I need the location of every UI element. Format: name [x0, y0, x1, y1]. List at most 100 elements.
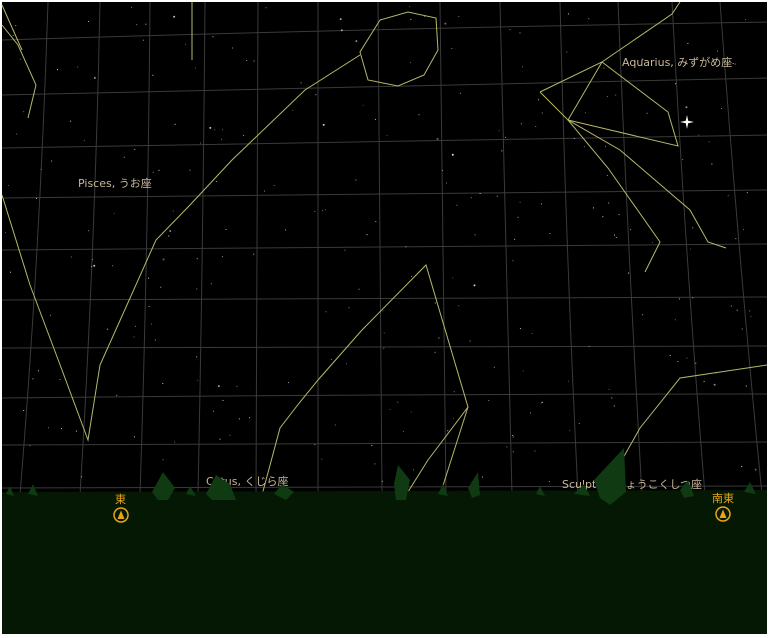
star: [716, 50, 719, 52]
star: [77, 66, 79, 68]
star: [736, 309, 738, 311]
star: [735, 238, 737, 240]
star: [19, 58, 21, 60]
star: [253, 60, 255, 62]
star: [482, 476, 484, 478]
star: [541, 401, 543, 403]
star: [470, 197, 472, 199]
star: [222, 399, 224, 401]
star: [158, 169, 160, 171]
star: [93, 76, 96, 79]
star: [16, 133, 18, 135]
star: [197, 379, 199, 381]
star: [679, 298, 681, 300]
star: [686, 357, 688, 359]
star: [682, 158, 684, 161]
star: [334, 424, 336, 426]
star: [628, 272, 630, 274]
star: [441, 170, 444, 172]
star: [512, 436, 514, 438]
star: [221, 129, 224, 131]
star: [246, 60, 248, 62]
star: [382, 310, 384, 312]
star: [721, 108, 723, 110]
star: [434, 351, 436, 353]
star: [630, 229, 632, 231]
star: [615, 236, 617, 238]
star: [321, 458, 323, 460]
star: [324, 209, 326, 211]
star: [219, 438, 221, 440]
star: [131, 6, 133, 8]
star: [35, 197, 37, 199]
star: [142, 39, 144, 41]
star: [168, 235, 170, 237]
constellation-label-pisces[interactable]: Pisces, うお座: [78, 176, 152, 190]
planetarium-sky-view[interactable]: Aquarius, みずがめ座 Pisces, うお座 Cetus, くじら座 …: [0, 0, 769, 638]
star: [446, 182, 448, 184]
star: [692, 297, 694, 299]
star: [40, 168, 42, 170]
star: [618, 214, 620, 216]
star: [209, 126, 212, 129]
star: [383, 347, 385, 349]
star: [573, 137, 575, 140]
star: [608, 202, 610, 204]
star: [451, 153, 454, 156]
star: [9, 271, 12, 273]
star: [708, 141, 710, 143]
star: [750, 315, 752, 317]
star: [322, 210, 324, 212]
direction-label-east: 東: [115, 493, 126, 506]
star: [236, 385, 238, 388]
star: [116, 394, 118, 396]
star: [584, 112, 587, 114]
star: [196, 288, 198, 290]
star: [741, 328, 743, 330]
star: [519, 32, 521, 34]
star: [70, 256, 72, 258]
star: [531, 332, 533, 335]
star: [689, 248, 692, 250]
star: [225, 228, 227, 230]
star: [734, 63, 736, 65]
star: [238, 418, 240, 420]
star: [613, 234, 616, 236]
star: [348, 307, 350, 309]
constellation-label-aquarius[interactable]: Aquarius, みずがめ座: [622, 55, 732, 69]
star: [314, 444, 316, 446]
star: [75, 430, 77, 432]
star: [56, 69, 59, 71]
star: [263, 190, 266, 192]
star: [174, 441, 176, 443]
star: [749, 310, 751, 312]
star: [521, 66, 524, 68]
star: [611, 397, 613, 399]
star: [375, 221, 377, 223]
star: [606, 174, 609, 177]
star: [194, 67, 196, 69]
star: [322, 123, 325, 126]
star: [458, 305, 460, 307]
star: [160, 286, 162, 288]
star: [383, 332, 385, 334]
star: [4, 232, 7, 234]
star: [123, 156, 125, 158]
star: [410, 411, 412, 413]
star: [315, 94, 317, 96]
star: [162, 258, 165, 261]
star: [746, 192, 748, 194]
sky-canvas[interactable]: Aquarius, みずがめ座 Pisces, うお座 Cetus, くじら座 …: [0, 0, 769, 638]
star: [675, 83, 677, 85]
star: [145, 23, 147, 25]
star: [727, 195, 729, 197]
star: [512, 451, 514, 453]
star: [535, 125, 537, 128]
star: [436, 137, 439, 140]
star: [745, 18, 747, 21]
star: [196, 356, 198, 358]
star: [243, 135, 245, 137]
star: [522, 370, 524, 372]
star: [512, 434, 514, 437]
star: [292, 109, 294, 111]
